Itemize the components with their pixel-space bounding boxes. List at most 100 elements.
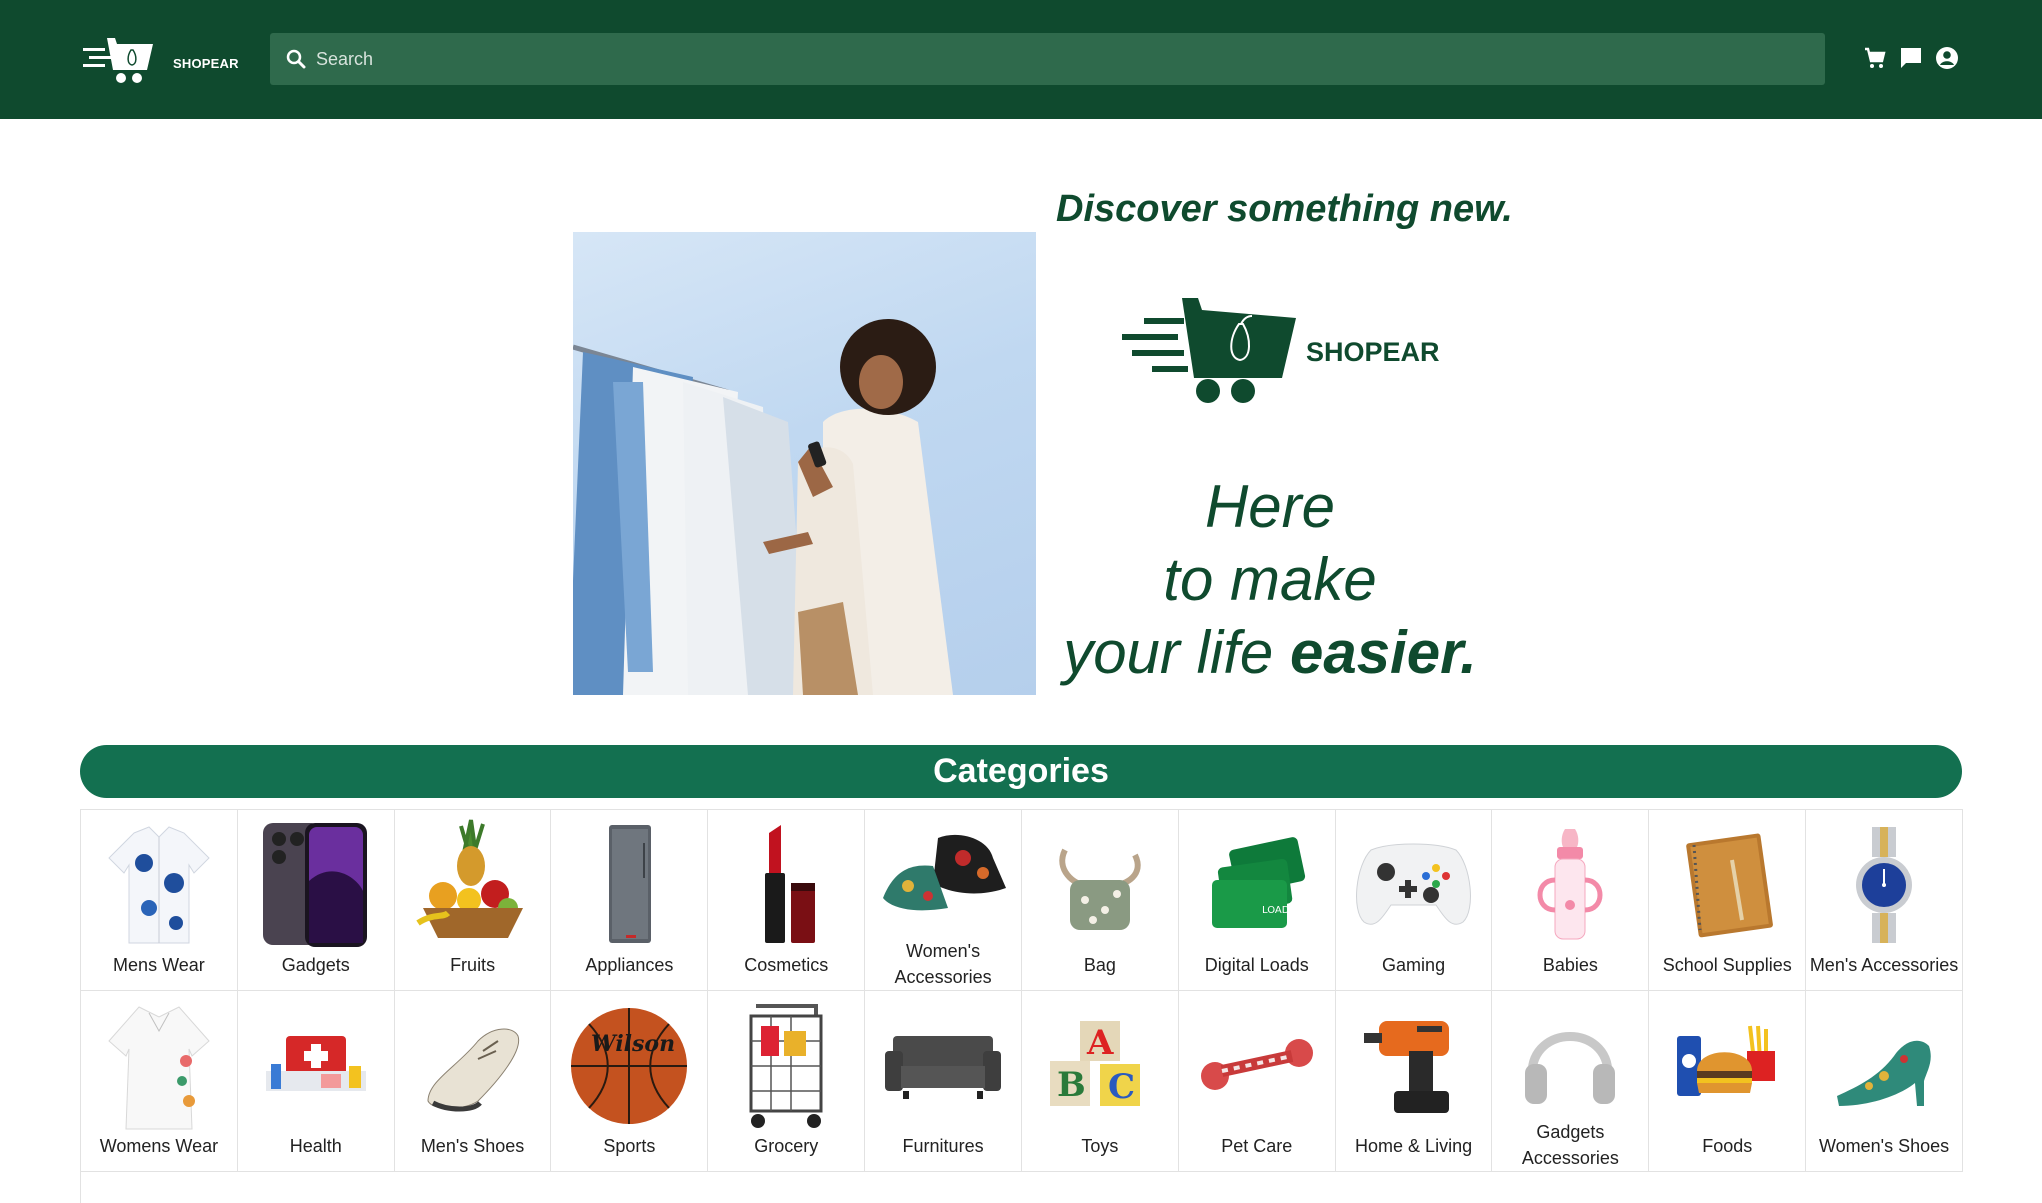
category-fruits[interactable]: Fruits <box>394 810 552 991</box>
blouse-icon <box>94 1001 224 1131</box>
baby-bottle-icon <box>1505 820 1635 950</box>
search-bar[interactable] <box>270 32 1825 86</box>
category-label: Men's Shoes <box>420 1136 525 1156</box>
notebook-icon <box>1662 820 1792 950</box>
headphones-icon <box>1505 1001 1635 1117</box>
category-bag[interactable]: Bag <box>1021 810 1179 991</box>
category-label: School Supplies <box>1662 955 1792 975</box>
category-mens-shoes[interactable]: Men's Shoes <box>394 991 552 1172</box>
cart-icon[interactable] <box>1862 45 1888 71</box>
category-mens-wear[interactable]: Mens Wear <box>81 810 238 991</box>
category-sports[interactable]: Wilson Sports <box>551 991 709 1172</box>
svg-text:Wilson: Wilson <box>591 1031 675 1057</box>
svg-text:LOAD: LOAD <box>1262 905 1290 916</box>
watch-icon <box>1819 820 1949 950</box>
category-pet-care[interactable]: Pet Care <box>1178 991 1336 1172</box>
sofa-icon <box>878 1001 1008 1131</box>
category-label: Mens Wear <box>113 955 205 975</box>
dog-toy-icon <box>1192 1001 1322 1131</box>
category-label: Health <box>289 1136 342 1156</box>
hero-brand-name: SHOPEAR <box>1306 336 1440 367</box>
category-label: Appliances <box>585 955 674 975</box>
category-furnitures[interactable]: Furnitures <box>865 991 1022 1172</box>
shopping-cart-icon <box>721 1001 851 1131</box>
shoe-icon <box>408 1001 538 1131</box>
cart-logo-icon <box>1122 298 1296 403</box>
fruit-basket-icon <box>408 819 538 950</box>
tagline-line-1: Here <box>1204 473 1336 540</box>
cart-logo-icon <box>83 38 153 83</box>
category-digital-loads[interactable]: LOAD Digital Loads <box>1178 810 1336 991</box>
account-icon[interactable] <box>1934 45 1960 71</box>
game-controller-icon <box>1349 820 1479 950</box>
category-label: Fruits <box>450 955 496 975</box>
svg-text:B: B <box>1057 1065 1086 1105</box>
drill-icon <box>1349 1001 1479 1131</box>
svg-text:C: C <box>1108 1067 1135 1107</box>
category-school-supplies[interactable]: School Supplies <box>1649 810 1807 991</box>
category-label: Furnitures <box>902 1136 984 1156</box>
category-toys[interactable]: ABC Toys <box>1021 991 1179 1172</box>
categories-grid: Mens Wear Gadgets Fruits Appliances Cosm… <box>80 809 1963 1203</box>
tagline-line-3: your life easier. <box>1060 616 1480 689</box>
brand-logo[interactable]: SHOPEAR <box>83 34 239 86</box>
category-appliances[interactable]: Appliances <box>551 810 709 991</box>
category-gadgets[interactable]: Gadgets <box>237 810 395 991</box>
hero-headline: Discover something new. <box>1056 188 1513 230</box>
svg-text:A: A <box>1086 1023 1114 1063</box>
search-icon <box>286 49 306 69</box>
tagline-emphasis: easier. <box>1289 619 1477 686</box>
category-label: Pet Care <box>1221 1136 1293 1156</box>
category-home-living[interactable]: Home & Living <box>1335 991 1493 1172</box>
category-label: Grocery <box>754 1136 819 1156</box>
category-womens-accessories[interactable]: Women's Accessories <box>865 810 1022 991</box>
category-gadgets-accessories[interactable]: Gadgets Accessories <box>1492 991 1650 1172</box>
category-grocery[interactable]: Grocery <box>708 991 866 1172</box>
top-navbar: SHOPEAR <box>0 0 2042 119</box>
chat-icon[interactable] <box>1898 45 1924 71</box>
category-health[interactable]: Health <box>237 991 395 1172</box>
category-babies[interactable]: Babies <box>1492 810 1650 991</box>
tagline-line-2: to make <box>1163 546 1377 613</box>
heel-shoe-icon <box>1819 1001 1949 1131</box>
brand-name: SHOPEAR <box>173 55 239 71</box>
category-label: Womens Wear <box>99 1136 219 1156</box>
category-label: Digital Loads <box>1204 955 1309 975</box>
phone-icon <box>251 820 381 950</box>
category-label: Gadgets <box>281 955 350 975</box>
category-label: Babies <box>1542 955 1598 975</box>
hero-tagline: Here to make your life easier. <box>1060 470 1480 689</box>
basketball-icon: Wilson <box>564 1001 694 1131</box>
tagline-line-3-text: your life <box>1063 619 1274 686</box>
hero-brand-logo: SHOPEAR <box>1122 296 1440 404</box>
category-label: Home & Living <box>1355 1136 1473 1156</box>
lipstick-icon <box>721 820 851 950</box>
burger-meal-icon <box>1662 1001 1792 1131</box>
category-label: Men's Accessories <box>1809 955 1959 975</box>
bag-icon <box>1035 820 1165 950</box>
category-foods[interactable]: Foods <box>1649 991 1807 1172</box>
category-mens-accessories[interactable]: Men's Accessories <box>1806 810 1963 991</box>
category-womens-wear[interactable]: Womens Wear <box>81 991 238 1172</box>
category-cosmetics[interactable]: Cosmetics <box>708 810 866 991</box>
refrigerator-icon <box>564 820 694 950</box>
category-label: Women's Accessories <box>894 941 992 987</box>
category-label: Foods <box>1702 1136 1753 1156</box>
category-label: Women's Shoes <box>1818 1136 1950 1156</box>
category-label: Gaming <box>1382 955 1446 975</box>
category-gaming[interactable]: Gaming <box>1335 810 1493 991</box>
prepaid-cards-icon: LOAD <box>1192 820 1322 950</box>
search-input[interactable] <box>306 32 1825 86</box>
category-label: Cosmetics <box>744 955 829 975</box>
abc-blocks-icon: ABC <box>1035 1001 1165 1131</box>
shirt-icon <box>94 820 224 950</box>
categories-heading: Categories <box>80 745 1962 798</box>
bucket-hat-icon <box>878 820 1008 936</box>
first-aid-kit-icon <box>251 1001 381 1131</box>
category-label: Gadgets Accessories <box>1521 1122 1619 1168</box>
category-label: Sports <box>603 1136 656 1156</box>
category-womens-shoes[interactable]: Women's Shoes <box>1806 991 1963 1172</box>
category-label: Toys <box>1081 1136 1119 1156</box>
category-label: Bag <box>1083 955 1116 975</box>
hero-image <box>573 232 1036 695</box>
